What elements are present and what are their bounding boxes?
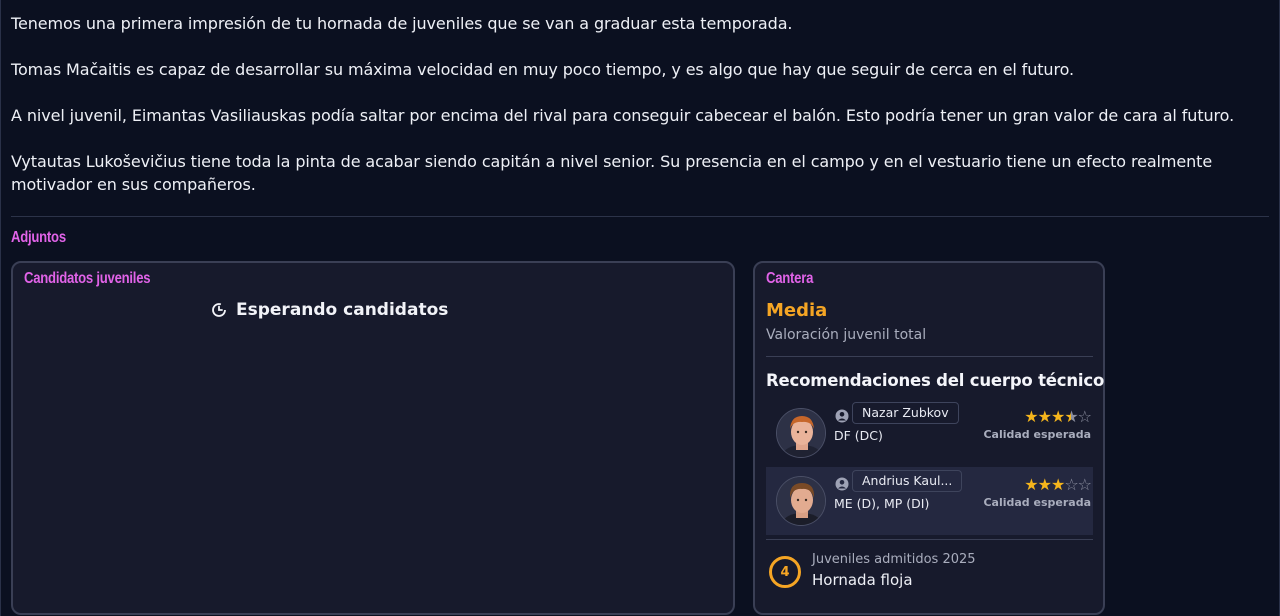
player-name-chip[interactable]: Andrius Kaul... <box>852 470 963 492</box>
waiting-status-text: Esperando candidatos <box>236 300 449 320</box>
attachments-heading: Adjuntos <box>11 229 66 246</box>
expected-quality-label: Calidad esperada <box>983 428 1091 441</box>
star-full-icon: ★ <box>1037 475 1052 494</box>
youth-rating-value: Media <box>766 300 828 321</box>
star-full-icon: ★ <box>1050 407 1065 426</box>
star-full-icon: ★ <box>1037 407 1052 426</box>
academy-divider <box>766 356 1093 357</box>
star-rating: ★★★☆☆ <box>1024 475 1092 494</box>
star-rating: ★★★★☆ <box>1024 407 1092 426</box>
clock-icon <box>212 303 226 317</box>
player-avatar[interactable] <box>776 476 826 526</box>
intake-label: Juveniles admitidos 2025 <box>812 552 976 567</box>
player-name-chip[interactable]: Nazar Zubkov <box>852 402 959 424</box>
person-icon <box>835 409 849 423</box>
player-positions: ME (D), MP (DI) <box>834 496 930 511</box>
message-paragraph-3: A nivel juvenil, Eimantas Vasiliauskas p… <box>11 106 1235 125</box>
player-positions: DF (DC) <box>834 428 883 443</box>
expected-quality-label: Calidad esperada <box>983 496 1091 509</box>
staff-recommendations-title: Recomendaciones del cuerpo técnico <box>766 371 1105 390</box>
section-divider <box>11 216 1269 217</box>
star-full-icon: ★ <box>1024 407 1038 426</box>
person-icon <box>835 477 849 491</box>
inbox-message-page: Tenemos una primera impresión de tu horn… <box>0 0 1280 616</box>
intake-value: Hornada floja <box>812 571 913 589</box>
star-half-icon: ★ <box>1064 407 1078 426</box>
recommended-player-row[interactable]: Andrius Kaul... ME (D), MP (DI) ★★★☆☆ Ca… <box>766 467 1093 535</box>
message-paragraph-2: Tomas Mačaitis es capaz de desarrollar s… <box>11 60 1074 79</box>
intake-count-badge: 4 <box>769 556 801 588</box>
academy-title: Cantera <box>766 270 814 287</box>
youth-candidates-card[interactable]: Candidatos juveniles Esperando candidato… <box>11 261 735 615</box>
star-empty-icon: ☆ <box>1077 475 1092 494</box>
youth-candidates-title: Candidatos juveniles <box>24 270 151 287</box>
message-paragraph-1: Tenemos una primera impresión de tu horn… <box>11 14 793 33</box>
star-empty-icon: ☆ <box>1064 475 1078 494</box>
star-full-icon: ★ <box>1050 475 1065 494</box>
waiting-status: Esperando candidatos <box>211 300 448 320</box>
academy-card[interactable]: Cantera Media Valoración juvenil total R… <box>753 261 1105 615</box>
recommended-player-row[interactable]: Nazar Zubkov DF (DC) ★★★★☆ Calidad esper… <box>766 399 1093 467</box>
player-avatar[interactable] <box>776 408 826 458</box>
message-paragraph-4: Vytautas Lukoševičius tiene toda la pint… <box>11 152 1213 194</box>
star-full-icon: ★ <box>1024 475 1038 494</box>
intake-divider <box>766 539 1093 540</box>
star-empty-icon: ☆ <box>1077 407 1092 426</box>
youth-rating-label: Valoración juvenil total <box>766 327 927 343</box>
